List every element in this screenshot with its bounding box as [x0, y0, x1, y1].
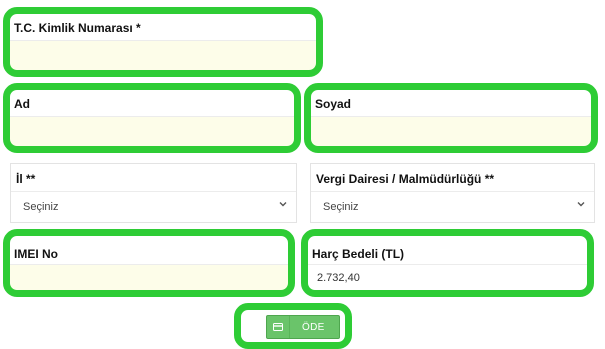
highlight-soyad — [304, 83, 598, 153]
vergi-dairesi-selected-value: Seçiniz — [323, 201, 359, 213]
highlight-pay-button — [234, 303, 352, 349]
il-field: İl ** Seçiniz — [10, 163, 297, 223]
il-select[interactable]: Seçiniz — [11, 191, 296, 222]
vergi-dairesi-label: Vergi Dairesi / Malmüdürlüğü ** — [316, 172, 495, 186]
highlight-tc-kimlik — [3, 7, 323, 77]
vergi-dairesi-field: Vergi Dairesi / Malmüdürlüğü ** Seçiniz — [310, 163, 595, 223]
highlight-ad — [3, 83, 301, 153]
highlight-harc-bedeli — [301, 229, 594, 297]
il-label: İl ** — [16, 172, 36, 186]
highlight-imei — [3, 229, 295, 297]
chevron-down-icon — [279, 202, 287, 207]
chevron-down-icon — [577, 202, 585, 207]
vergi-dairesi-select[interactable]: Seçiniz — [311, 191, 594, 222]
il-selected-value: Seçiniz — [23, 201, 59, 213]
